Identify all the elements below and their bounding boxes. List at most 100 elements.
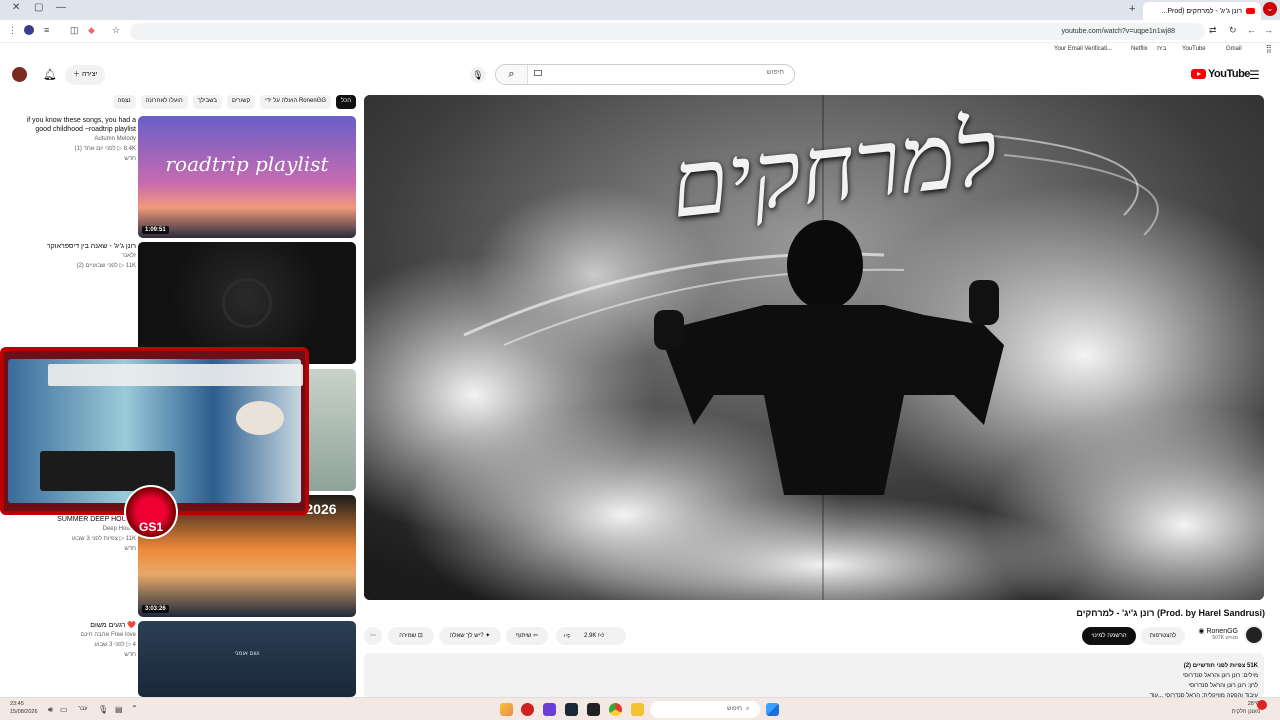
search-box[interactable]: ⌕ חיפוש	[495, 64, 795, 85]
search-icon[interactable]: ⌕	[496, 65, 528, 84]
bookmark-item[interactable]: בית	[1157, 46, 1166, 52]
tune-icon[interactable]: ⇄	[1209, 25, 1217, 36]
weather-temp[interactable]: 28°C	[1230, 701, 1260, 707]
create-label: יצירה	[81, 71, 98, 78]
app-icon[interactable]	[500, 703, 513, 716]
bookmark-item[interactable]: Gmail	[1226, 46, 1242, 52]
bookmark-item[interactable]: Your Email Verificati...	[1054, 46, 1112, 52]
folder-icon[interactable]	[631, 703, 644, 716]
chip[interactable]: נצפה	[112, 95, 136, 109]
join-button[interactable]: להצטרפות	[1141, 627, 1185, 645]
ask-button[interactable]: יש לך שאלה? ✦	[439, 627, 501, 645]
minimize-window-icon[interactable]: —	[56, 2, 66, 13]
channel-name[interactable]: Autumn Melody	[20, 134, 136, 144]
bookmark-item[interactable]: YouTube	[1182, 46, 1206, 52]
app-icon[interactable]	[521, 703, 534, 716]
description-line: לחן: רונן רונן והראל סנדרוסי	[1188, 683, 1258, 689]
subscribe-button[interactable]: הרשמה למינוי	[1082, 627, 1136, 645]
reload-icon[interactable]: ↻	[1229, 25, 1237, 36]
maximize-window-icon[interactable]: ▢	[34, 2, 43, 13]
share-button[interactable]: שיתוף ⇦	[506, 627, 548, 645]
video-title[interactable]: ❤️ רגעים משום	[20, 621, 136, 630]
back-icon[interactable]: ←	[1247, 25, 1256, 35]
duration-badge: 1:09:51	[142, 226, 169, 234]
video-thumbnail[interactable]	[138, 242, 356, 364]
new-tab-button[interactable]: +	[1129, 3, 1135, 15]
chip[interactable]: הועלו לאחרונה	[140, 95, 188, 109]
apps-icon[interactable]: ⣿	[1266, 44, 1272, 53]
browser-tab[interactable]: רונן ג'יג' - למרחקים (Prod...	[1143, 2, 1261, 20]
chip-all[interactable]: הכל	[335, 95, 356, 109]
save-label: שמירה	[399, 633, 417, 639]
bookmark-icon: ⊡	[417, 633, 423, 639]
like-button[interactable]: 2.9K 👍︎	[584, 627, 604, 645]
scrollbar[interactable]	[1274, 95, 1280, 695]
ask-label: יש לך שאלה?	[449, 633, 484, 639]
network-icon[interactable]: ▭	[60, 705, 68, 714]
battery-icon[interactable]: ▤	[115, 705, 123, 714]
logo-text: YouTube	[1208, 68, 1250, 80]
search-icon: ⌕	[746, 706, 750, 712]
youtube-logo[interactable]: YouTube	[1191, 68, 1250, 80]
chip[interactable]: RonenGG הועלה על ידי	[260, 95, 331, 109]
avatar[interactable]	[12, 67, 27, 82]
steam-icon[interactable]	[565, 703, 578, 716]
app-icon[interactable]	[587, 703, 600, 716]
keyboard-icon[interactable]	[534, 70, 542, 76]
menu-dots-icon[interactable]: ⋮	[8, 25, 17, 36]
video-title[interactable]: רונן ג'יג' - שאנה בין דיספראוקר	[20, 242, 136, 251]
app-icon[interactable]	[543, 703, 556, 716]
chip[interactable]: בשבילך	[192, 95, 222, 109]
channel-avatar[interactable]	[1244, 625, 1264, 645]
video-stats: 11K ▷ לפני שבועיים (2)	[76, 263, 136, 269]
tab-search-icon[interactable]: ⌄	[1263, 2, 1277, 16]
channel-info[interactable]: ◉ RonenGG 507K מנויים	[1190, 627, 1238, 641]
description-box[interactable]: 51K צפיות לפני חודשיים (2) מילים: רונן ר…	[364, 653, 1264, 699]
more-actions-button[interactable]: ⋯	[364, 627, 382, 645]
star-icon[interactable]: ☆	[112, 25, 120, 36]
weather-desc[interactable]: מעונן חלקית	[1215, 709, 1260, 715]
channel-name[interactable]: ◉ RonenGG	[1190, 627, 1238, 635]
video-meta: רונן ג'יג' - שאנה בין דיספראוקר זלאנר 11…	[20, 242, 136, 271]
create-button[interactable]: ＋ יצירה	[65, 65, 106, 85]
metamask-icon[interactable]: ◆	[88, 25, 95, 36]
channel-name[interactable]: זלאנר	[20, 251, 136, 261]
video-title[interactable]: SUMMER DEEP HOUSE	[20, 515, 136, 524]
new-badge: חדש	[124, 652, 136, 658]
close-window-icon[interactable]: ✕	[12, 2, 20, 13]
video-meta: ❤️ רגעים משום Free love אהבה חינם 4 ▷ לפ…	[20, 621, 136, 660]
channel-name[interactable]: Deep House	[20, 524, 136, 534]
chip-label: הועלה על ידי	[265, 98, 298, 104]
start-icon[interactable]	[766, 703, 779, 716]
channel-name-text: RonenGG	[1206, 628, 1238, 635]
video-title[interactable]: if you know these songs, you had a good …	[20, 116, 136, 134]
mic-icon[interactable]: 🎙︎	[470, 67, 486, 83]
tray-chevron-icon[interactable]: ⌃	[131, 704, 138, 713]
bookmark-item[interactable]: Netflix	[1131, 46, 1148, 52]
clock-time[interactable]: 23:45	[10, 701, 24, 707]
chip[interactable]: קשורים	[226, 95, 256, 109]
menu-icon[interactable]: ☰	[1249, 68, 1260, 82]
channel-name[interactable]: Free love אהבה חינם	[20, 630, 136, 640]
mic-tray-icon[interactable]: 🎙︎	[98, 705, 108, 714]
video-thumbnail[interactable]: roadtrip playlist 1:09:51	[138, 116, 356, 238]
search-input[interactable]: חיפוש	[767, 69, 784, 76]
taskbar-search[interactable]: חיפוש ⌕	[650, 701, 760, 718]
video-player[interactable]: למרחקים	[364, 95, 1264, 600]
chrome-icon[interactable]	[609, 703, 622, 716]
video-thumbnail[interactable]: ושם אומני	[138, 621, 356, 697]
puzzle-icon[interactable]: ◫	[70, 25, 79, 36]
save-button[interactable]: שמירה ⊡	[388, 627, 434, 645]
profile-icon[interactable]	[24, 25, 34, 35]
clock-date[interactable]: 15/08/2026	[10, 709, 38, 715]
bell-icon[interactable]: 🔔︎	[43, 68, 57, 81]
url-field[interactable]: youtube.com/watch?v=uqpe1n1wj88	[130, 23, 1205, 40]
extensions-icon[interactable]: ≡	[44, 25, 49, 35]
thumbnail-text: ושם אומני	[234, 651, 260, 657]
youtube-header: 🔔︎ ＋ יצירה 🎙︎ ⌕ חיפוש YouTube ☰	[0, 60, 1280, 90]
forward-icon[interactable]: →	[1264, 25, 1273, 35]
language-indicator[interactable]: עבר	[78, 706, 87, 712]
new-badge: חדש	[124, 156, 136, 162]
speaker-icon[interactable]: 🔊︎	[48, 705, 53, 715]
dislike-icon[interactable]: 👎︎	[564, 633, 570, 639]
